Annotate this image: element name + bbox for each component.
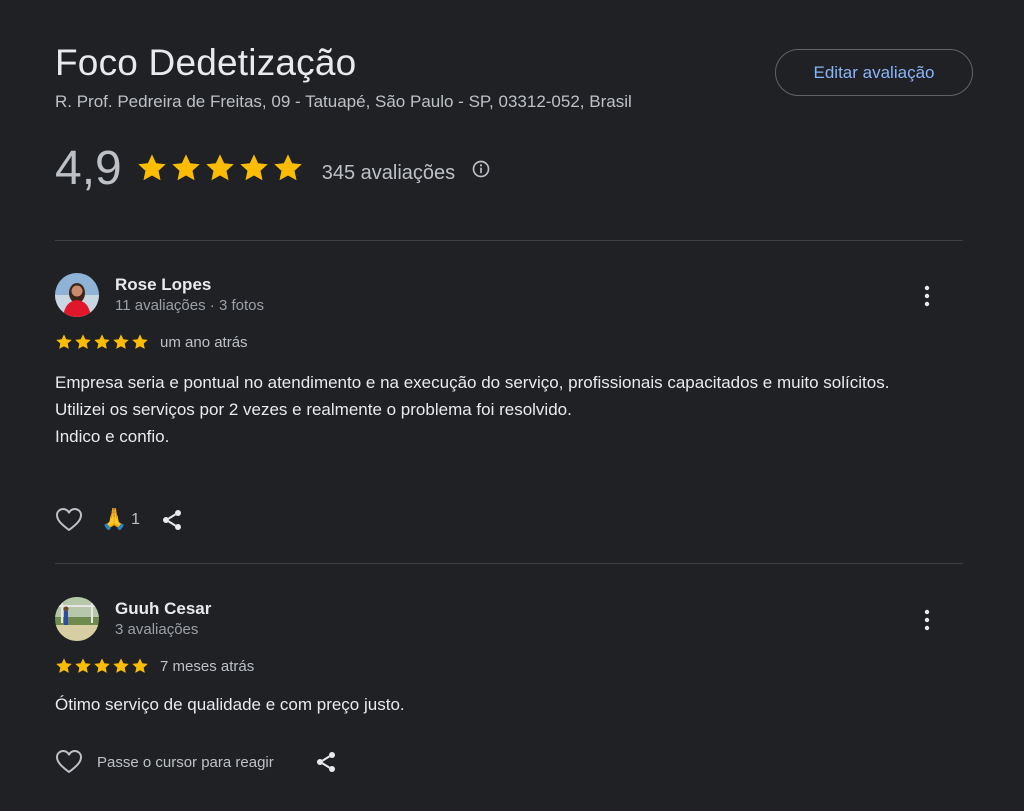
review-page: Foco Dedetização R. Prof. Pedreira de Fr… bbox=[0, 0, 1024, 811]
rating-summary: 4,9 345 avaliações bbox=[55, 138, 491, 198]
reaction-emoji[interactable]: 🙏 bbox=[101, 508, 127, 532]
divider bbox=[55, 563, 963, 564]
info-circle-icon[interactable] bbox=[471, 159, 491, 179]
review-text-line: Empresa seria e pontual no atendimento e… bbox=[55, 373, 890, 392]
avatar[interactable] bbox=[55, 597, 99, 641]
review-stars bbox=[55, 333, 150, 351]
review-card: Guuh Cesar 3 avaliações 7 meses atrás Ót… bbox=[55, 597, 963, 797]
review-stars bbox=[55, 657, 150, 675]
star-icon bbox=[132, 658, 148, 673]
place-title: Foco Dedetização bbox=[55, 42, 357, 83]
heart-icon[interactable] bbox=[55, 749, 83, 775]
reaction-count: 1 bbox=[131, 511, 141, 528]
star-icon bbox=[113, 658, 129, 673]
review-actions: Passe o cursor para reagir bbox=[55, 749, 338, 775]
star-icon bbox=[172, 154, 200, 181]
share-icon[interactable] bbox=[160, 508, 184, 532]
heart-icon[interactable] bbox=[55, 507, 83, 533]
star-icon bbox=[94, 334, 110, 349]
divider bbox=[55, 240, 963, 241]
review-text-line: Utilizei os serviços por 2 vezes e realm… bbox=[55, 400, 572, 419]
star-icon bbox=[132, 334, 148, 349]
avatar[interactable] bbox=[55, 273, 99, 317]
place-address: R. Prof. Pedreira de Freitas, 09 - Tatua… bbox=[55, 92, 632, 111]
reviewer-name[interactable]: Rose Lopes bbox=[115, 275, 211, 295]
review-rating: um ano atrás bbox=[55, 333, 248, 351]
star-icon bbox=[138, 154, 166, 181]
star-icon bbox=[56, 658, 72, 673]
reviewer-meta: 3 avaliações bbox=[115, 621, 199, 638]
review-text: Ótimo serviço de qualidade e com preço j… bbox=[55, 691, 935, 718]
react-hover-hint: Passe o cursor para reagir bbox=[97, 753, 274, 771]
review-text: Empresa seria e pontual no atendimento e… bbox=[55, 369, 935, 450]
star-icon bbox=[274, 154, 302, 181]
reviewer-meta: 11 avaliações · 3 fotos bbox=[115, 297, 264, 314]
review-card: Rose Lopes 11 avaliações · 3 fotos um an… bbox=[55, 273, 963, 543]
rating-value: 4,9 bbox=[55, 141, 122, 195]
review-text-line: Ótimo serviço de qualidade e com preço j… bbox=[55, 695, 405, 714]
review-time: 7 meses atrás bbox=[160, 657, 255, 675]
review-text-line: Indico e confio. bbox=[55, 427, 170, 446]
reviewer-name[interactable]: Guuh Cesar bbox=[115, 599, 211, 619]
more-options-icon[interactable] bbox=[917, 607, 937, 633]
share-icon[interactable] bbox=[314, 750, 338, 774]
star-icon bbox=[94, 658, 110, 673]
star-icon bbox=[240, 154, 268, 181]
star-icon bbox=[56, 334, 72, 349]
review-time: um ano atrás bbox=[160, 333, 248, 351]
review-count: 345 avaliações bbox=[321, 161, 456, 184]
star-icon bbox=[206, 154, 234, 181]
star-icon bbox=[75, 658, 91, 673]
edit-review-button[interactable]: Editar avaliação bbox=[775, 49, 973, 96]
review-rating: 7 meses atrás bbox=[55, 657, 254, 675]
rating-stars bbox=[136, 152, 306, 184]
more-options-icon[interactable] bbox=[917, 283, 937, 309]
star-icon bbox=[75, 334, 91, 349]
review-actions: 🙏 1 bbox=[55, 507, 184, 533]
star-icon bbox=[113, 334, 129, 349]
